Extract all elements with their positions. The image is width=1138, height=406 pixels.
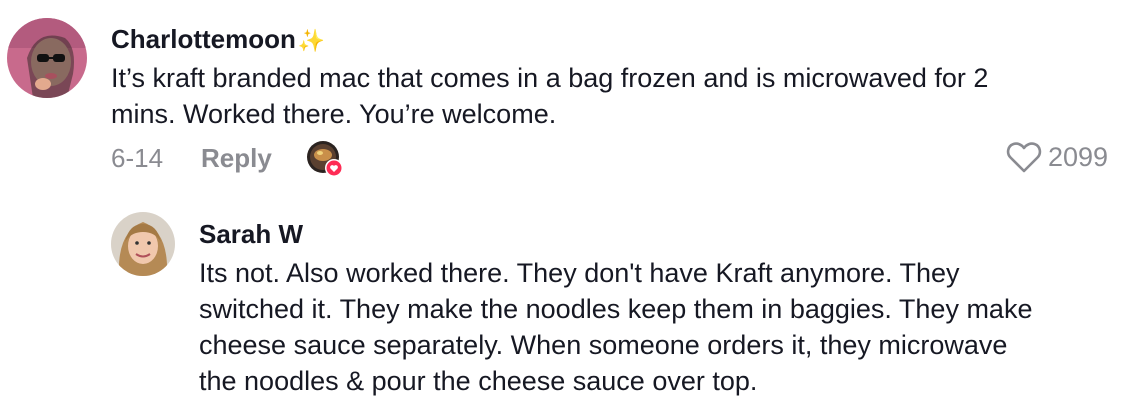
comment-line: the noodles & pour the cheese sauce over…	[199, 366, 758, 396]
comment-text: It’s kraft branded mac that comes in a b…	[111, 60, 1111, 132]
sparkle-emoji: ✨	[297, 28, 326, 53]
username-text[interactable]: Charlottemoon	[111, 24, 296, 54]
like-count: 2099	[1048, 141, 1109, 172]
username[interactable]: Charlottemoon✨	[111, 24, 325, 55]
comment-text: Its not. Also worked there. They don't h…	[199, 255, 1129, 399]
like-button[interactable]: 2099	[1006, 140, 1108, 174]
comment-line: It’s kraft branded mac that comes in a b…	[111, 63, 989, 93]
reply-button[interactable]: Reply	[201, 143, 272, 174]
user-avatar-icon	[111, 212, 175, 276]
user-avatar-icon	[7, 18, 87, 98]
comment-line: Its not. Also worked there. They don't h…	[199, 258, 960, 288]
comment-line: mins. Worked there. You’re welcome.	[111, 99, 557, 129]
creator-liked-icon	[307, 141, 343, 177]
username-text[interactable]: Sarah W	[199, 219, 303, 249]
comment-line: switched it. They make the noodles keep …	[199, 294, 1033, 324]
avatar[interactable]	[111, 212, 175, 276]
comment-line: cheese sauce separately. When someone or…	[199, 330, 1008, 360]
avatar[interactable]	[7, 18, 87, 98]
username[interactable]: Sarah W	[199, 219, 303, 250]
creator-liked-badge	[306, 140, 343, 177]
heart-outline-icon[interactable]	[1006, 140, 1042, 174]
comment-date: 6-14	[111, 143, 164, 173]
